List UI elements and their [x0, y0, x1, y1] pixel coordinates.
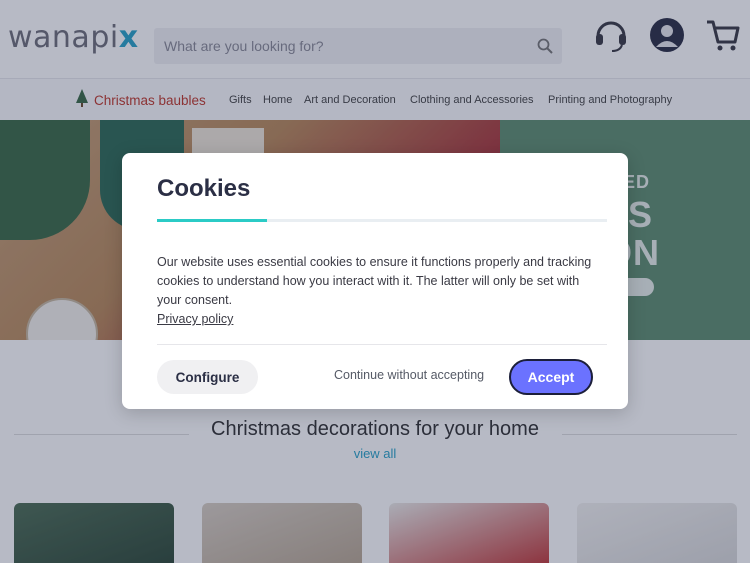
divider	[157, 344, 607, 345]
dialog-title: Cookies	[157, 175, 251, 202]
progress-fill	[157, 219, 267, 222]
accept-button[interactable]: Accept	[509, 359, 593, 395]
dialog-body-text: Our website uses essential cookies to en…	[157, 255, 592, 307]
continue-without-accepting-button[interactable]: Continue without accepting	[334, 368, 484, 382]
configure-button[interactable]: Configure	[157, 360, 258, 394]
privacy-policy-link[interactable]: Privacy policy	[157, 312, 233, 326]
cookie-dialog: Cookies Our website uses essential cooki…	[122, 153, 628, 409]
